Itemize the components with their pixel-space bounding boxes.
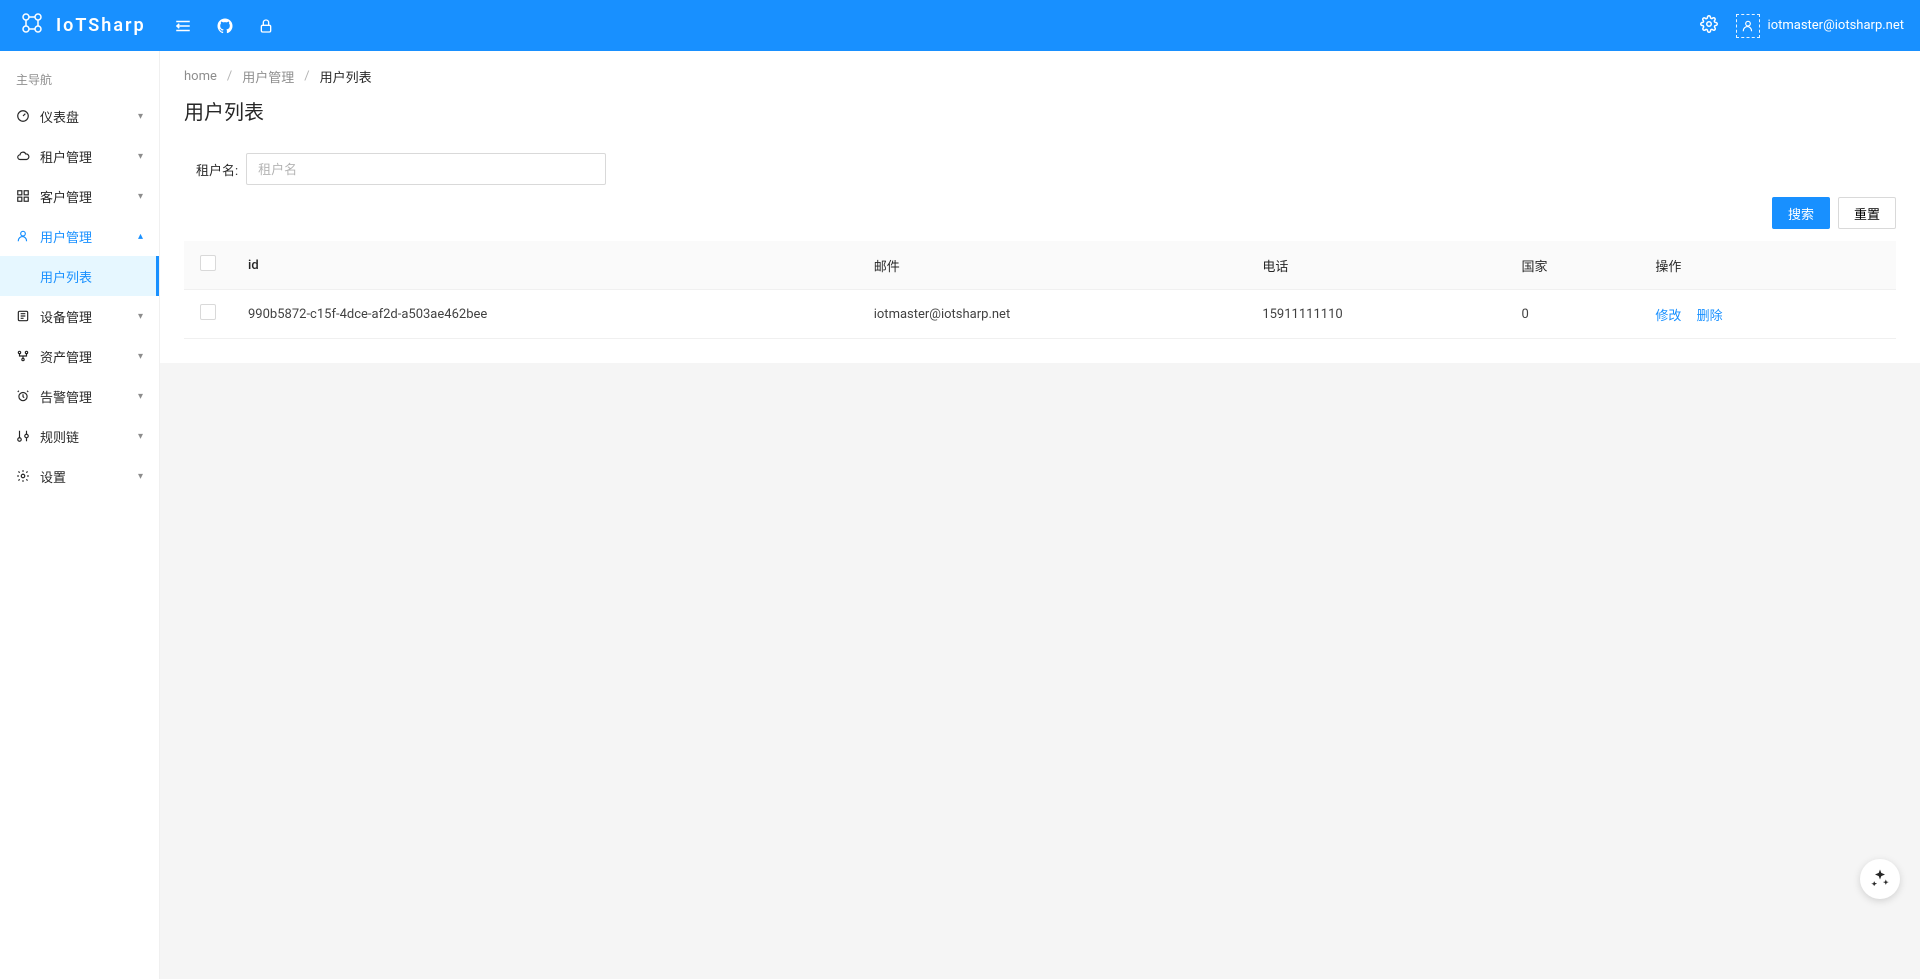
cell-email: iotmaster@iotsharp.net bbox=[858, 290, 1247, 339]
nav-label: 用户管理 bbox=[40, 227, 138, 246]
lock-icon[interactable] bbox=[258, 18, 274, 34]
nav-group-title: 主导航 bbox=[0, 59, 159, 96]
cell-actions: 修改 删除 bbox=[1639, 290, 1896, 339]
chevron-down-icon: ▾ bbox=[138, 151, 143, 162]
nav-item-settings[interactable]: 设置 ▾ bbox=[0, 456, 159, 496]
sidebar: 主导航 仪表盘 ▾ 租户管理 ▾ 客户管理 ▾ 用户管理 ▴ 用户列表 设备管理 bbox=[0, 51, 160, 979]
settings-icon[interactable] bbox=[1700, 15, 1718, 37]
alarm-icon bbox=[16, 389, 30, 403]
gear-icon bbox=[16, 469, 30, 483]
nav-item-alarm[interactable]: 告警管理 ▾ bbox=[0, 376, 159, 416]
col-country: 国家 bbox=[1506, 241, 1640, 290]
content-header: home / 用户管理 / 用户列表 用户列表 bbox=[160, 51, 1920, 137]
col-phone: 电话 bbox=[1246, 241, 1505, 290]
nav-sub-label: 用户列表 bbox=[40, 267, 92, 286]
chevron-up-icon: ▴ bbox=[138, 231, 143, 242]
device-icon bbox=[16, 309, 30, 323]
cell-id: 990b5872-c15f-4dce-af2d-a503ae462bee bbox=[232, 290, 858, 339]
search-button[interactable]: 搜索 bbox=[1772, 197, 1830, 229]
col-email: 邮件 bbox=[858, 241, 1247, 290]
logo[interactable]: IoTSharp bbox=[16, 7, 146, 44]
nav-item-tenant[interactable]: 租户管理 ▾ bbox=[0, 136, 159, 176]
avatar bbox=[1736, 14, 1760, 38]
cell-phone: 15911111110 bbox=[1246, 290, 1505, 339]
chevron-down-icon: ▾ bbox=[138, 191, 143, 202]
cloud-icon bbox=[16, 149, 30, 163]
action-row: 搜索 重置 bbox=[184, 197, 1896, 229]
chevron-down-icon: ▾ bbox=[138, 111, 143, 122]
user-menu[interactable]: iotmaster@iotsharp.net bbox=[1736, 14, 1904, 38]
chevron-down-icon: ▾ bbox=[138, 431, 143, 442]
nav-item-customer[interactable]: 客户管理 ▾ bbox=[0, 176, 159, 216]
nav-label: 客户管理 bbox=[40, 187, 138, 206]
nav-item-asset[interactable]: 资产管理 ▾ bbox=[0, 336, 159, 376]
breadcrumb-home[interactable]: home bbox=[184, 69, 217, 84]
rule-icon bbox=[16, 429, 30, 443]
nav-label: 设置 bbox=[40, 467, 138, 486]
table-row: 990b5872-c15f-4dce-af2d-a503ae462bee iot… bbox=[184, 290, 1896, 339]
col-actions: 操作 bbox=[1639, 241, 1896, 290]
breadcrumb-current: 用户列表 bbox=[320, 67, 372, 86]
apps-icon bbox=[16, 189, 30, 203]
nav-sub-user-list[interactable]: 用户列表 bbox=[0, 256, 159, 296]
tenant-name-label: 租户名: bbox=[196, 160, 238, 179]
brand-text: IoTSharp bbox=[56, 15, 146, 36]
nav-item-device[interactable]: 设备管理 ▾ bbox=[0, 296, 159, 336]
dashboard-icon bbox=[16, 109, 30, 123]
content-area: home / 用户管理 / 用户列表 用户列表 租户名: 搜索 重置 bbox=[160, 51, 1920, 979]
chevron-down-icon: ▾ bbox=[138, 391, 143, 402]
menu-fold-icon[interactable] bbox=[174, 17, 192, 35]
row-checkbox[interactable] bbox=[200, 304, 216, 320]
nav-item-dashboard[interactable]: 仪表盘 ▾ bbox=[0, 96, 159, 136]
delete-link[interactable]: 删除 bbox=[1697, 309, 1723, 324]
github-icon[interactable] bbox=[216, 17, 234, 35]
user-icon bbox=[16, 229, 30, 243]
reset-button[interactable]: 重置 bbox=[1838, 197, 1896, 229]
design-icon bbox=[1870, 867, 1890, 892]
nav-label: 规则链 bbox=[40, 427, 138, 446]
col-id: id bbox=[232, 241, 858, 290]
content-body: 租户名: 搜索 重置 id 邮件 电话 国家 操作 bbox=[160, 137, 1920, 363]
nav-label: 仪表盘 bbox=[40, 107, 138, 126]
nav-item-rule[interactable]: 规则链 ▾ bbox=[0, 416, 159, 456]
tenant-name-input[interactable] bbox=[246, 153, 606, 185]
chevron-down-icon: ▾ bbox=[138, 471, 143, 482]
breadcrumb-sep: / bbox=[304, 69, 309, 84]
nav-label: 设备管理 bbox=[40, 307, 138, 326]
breadcrumb-user-mgmt[interactable]: 用户管理 bbox=[242, 67, 294, 86]
asset-icon bbox=[16, 349, 30, 363]
user-table: id 邮件 电话 国家 操作 990b5872-c15f-4dce-af2d-a… bbox=[184, 241, 1896, 339]
edit-link[interactable]: 修改 bbox=[1655, 309, 1681, 324]
page-title: 用户列表 bbox=[184, 96, 1896, 125]
breadcrumb-sep: / bbox=[227, 69, 232, 84]
app-header: IoTSharp iotmaster@iotsharp.net bbox=[0, 0, 1920, 51]
nav-label: 资产管理 bbox=[40, 347, 138, 366]
search-form: 租户名: bbox=[196, 153, 1896, 185]
logo-icon bbox=[16, 7, 48, 44]
cell-country: 0 bbox=[1506, 290, 1640, 339]
theme-fab[interactable] bbox=[1860, 859, 1900, 899]
select-all-checkbox[interactable] bbox=[200, 255, 216, 271]
chevron-down-icon: ▾ bbox=[138, 311, 143, 322]
breadcrumb: home / 用户管理 / 用户列表 bbox=[184, 67, 1896, 86]
nav-label: 租户管理 bbox=[40, 147, 138, 166]
chevron-down-icon: ▾ bbox=[138, 351, 143, 362]
nav-label: 告警管理 bbox=[40, 387, 138, 406]
nav-item-user[interactable]: 用户管理 ▴ bbox=[0, 216, 159, 256]
user-email: iotmaster@iotsharp.net bbox=[1768, 18, 1904, 33]
table-header-row: id 邮件 电话 国家 操作 bbox=[184, 241, 1896, 290]
